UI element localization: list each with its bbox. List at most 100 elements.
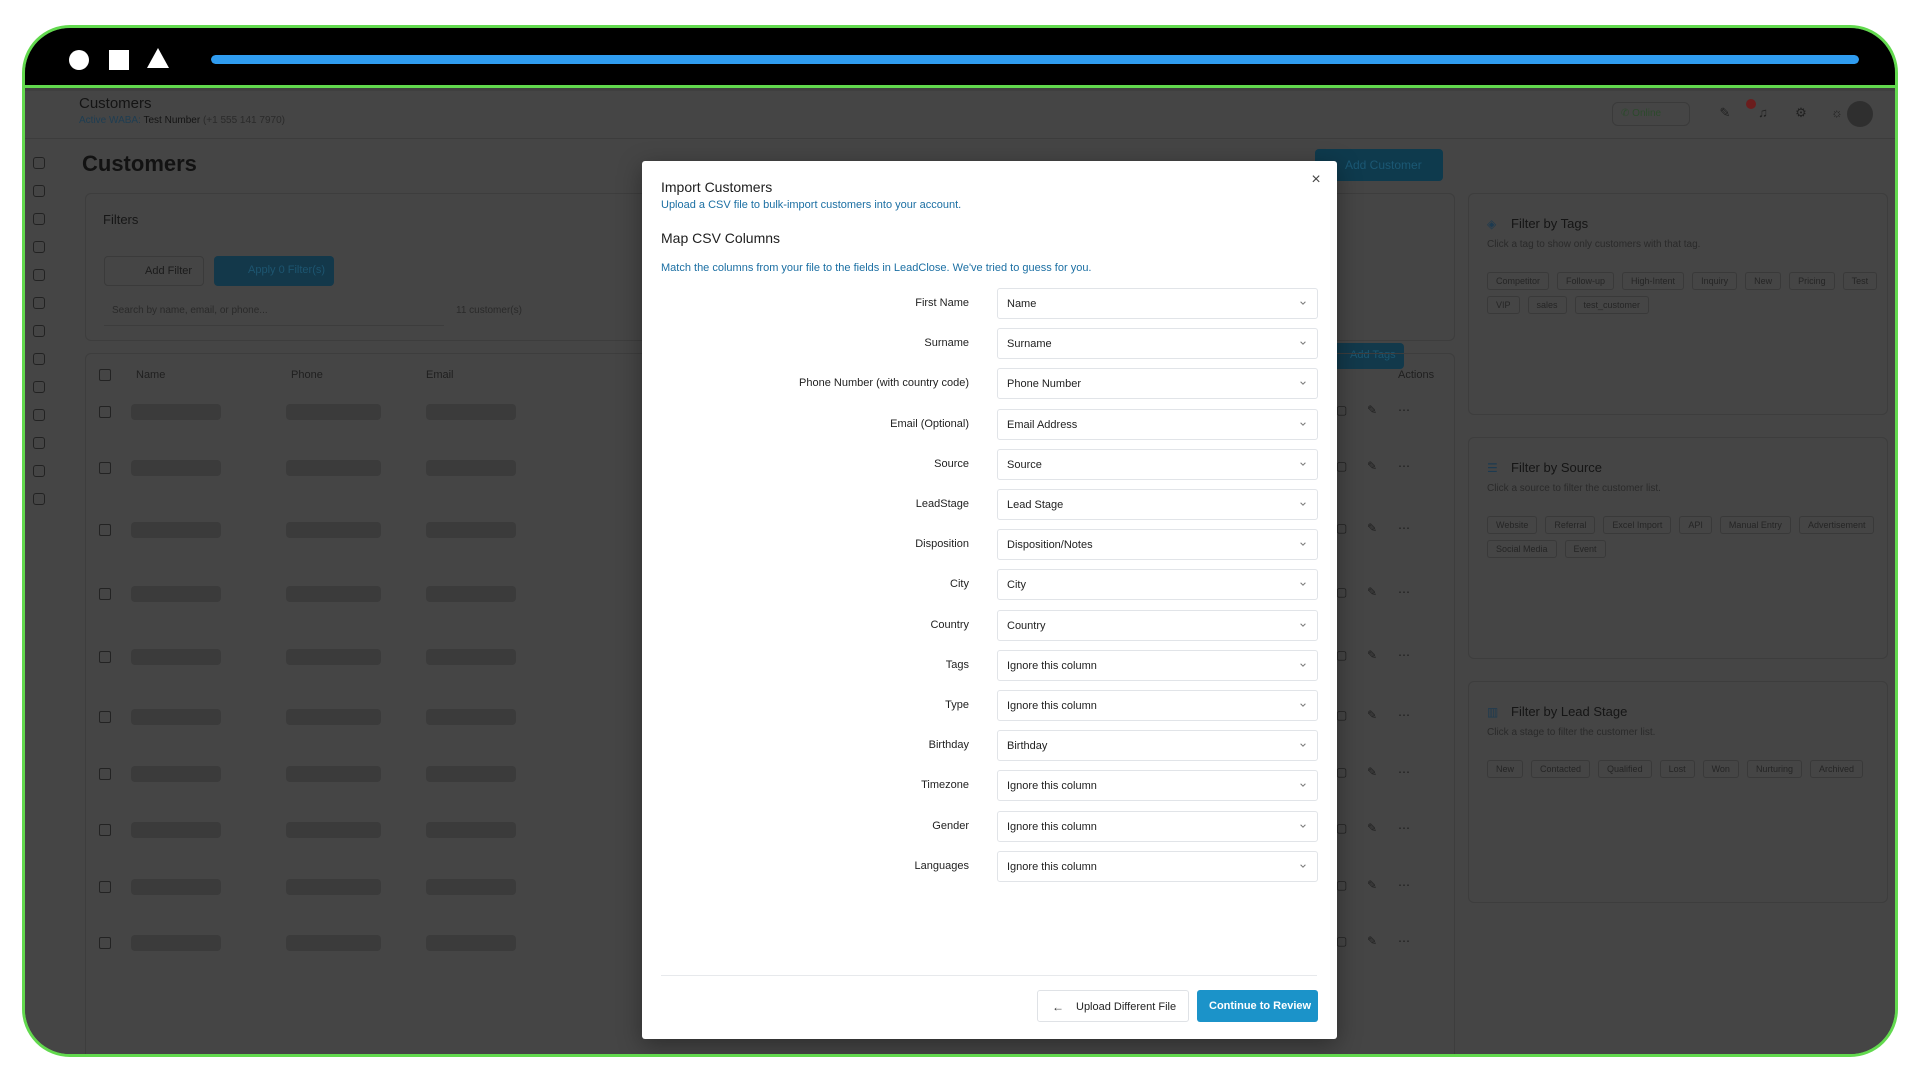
edit-icon[interactable]: ✎ [1367, 459, 1377, 473]
row-checkbox[interactable] [99, 588, 111, 600]
mapping-select[interactable]: Disposition/Notes [997, 529, 1318, 560]
add-filter-button[interactable]: Add Filter [104, 256, 204, 286]
select-all-checkbox[interactable] [99, 369, 111, 381]
edit-icon[interactable]: ✎ [1367, 878, 1377, 892]
sun-icon[interactable]: ☼ [1829, 105, 1845, 121]
source-chip[interactable]: Social Media [1487, 540, 1557, 558]
bolt-icon[interactable] [33, 353, 45, 365]
row-checkbox[interactable] [99, 462, 111, 474]
mapping-select[interactable]: Country [997, 610, 1318, 641]
mapping-select[interactable]: Ignore this column [997, 770, 1318, 801]
more-icon[interactable]: ⋯ [1398, 821, 1410, 835]
stage-chip[interactable]: Contacted [1531, 760, 1591, 778]
tag-chip[interactable]: Inquiry [1692, 272, 1738, 290]
col-header-name[interactable]: Name [136, 369, 165, 381]
message-icon[interactable]: ▢ [1336, 648, 1347, 662]
edit-icon[interactable]: ✎ [1367, 521, 1377, 535]
edit-icon[interactable]: ✎ [1367, 403, 1377, 417]
mapping-select[interactable]: Birthday [997, 730, 1318, 761]
stage-chip[interactable]: Nurturing [1746, 760, 1802, 778]
message-icon[interactable]: ▢ [1336, 878, 1347, 892]
tag-chip[interactable]: Test [1842, 272, 1878, 290]
col-header-email[interactable]: Email [426, 369, 454, 381]
tag-chip[interactable]: VIP [1487, 296, 1520, 314]
message-icon[interactable]: ▢ [1336, 585, 1347, 599]
more-icon[interactable]: ⋯ [1398, 765, 1410, 779]
row-checkbox[interactable] [99, 824, 111, 836]
row-checkbox[interactable] [99, 524, 111, 536]
row-checkbox[interactable] [99, 406, 111, 418]
more-icon[interactable]: ⋯ [1398, 878, 1410, 892]
continue-to-review-button[interactable]: Continue to Review [1197, 990, 1318, 1022]
row-checkbox[interactable] [99, 711, 111, 723]
edit-icon[interactable]: ✎ [1367, 585, 1377, 599]
more-icon[interactable]: ⋯ [1398, 648, 1410, 662]
mapping-select[interactable]: Email Address [997, 409, 1318, 440]
message-icon[interactable]: ▢ [1336, 821, 1347, 835]
row-checkbox[interactable] [99, 768, 111, 780]
source-chip[interactable]: Referral [1545, 516, 1596, 534]
megaphone-icon[interactable] [33, 241, 45, 253]
bell-icon[interactable]: ♫ [1755, 105, 1771, 121]
edit-icon[interactable]: ✎ [1367, 934, 1377, 948]
mapping-select[interactable]: Ignore this column [997, 690, 1318, 721]
tag-chip[interactable]: Pricing [1789, 272, 1835, 290]
tag-chip[interactable]: High-Intent [1622, 272, 1685, 290]
edit-icon[interactable]: ✎ [1367, 821, 1377, 835]
bot-icon[interactable] [33, 381, 45, 393]
source-chip[interactable]: Event [1564, 540, 1606, 558]
mapping-select[interactable]: Ignore this column [997, 811, 1318, 842]
globe-icon[interactable] [33, 465, 45, 477]
col-header-phone[interactable]: Phone [291, 369, 323, 381]
tag-chip[interactable]: sales [1527, 296, 1567, 314]
user-settings-icon[interactable] [33, 493, 45, 505]
settings-icon[interactable]: ⚙ [1793, 105, 1809, 121]
mapping-select[interactable]: Ignore this column [997, 851, 1318, 882]
message-icon[interactable]: ▢ [1336, 521, 1347, 535]
stage-chip[interactable]: Qualified [1598, 760, 1652, 778]
mapping-select[interactable]: City [997, 569, 1318, 600]
tag-chip[interactable]: Competitor [1487, 272, 1550, 290]
message-icon[interactable]: ▢ [1336, 459, 1347, 473]
tag-chip[interactable]: New [1745, 272, 1782, 290]
tag-chip[interactable]: test_customer [1574, 296, 1650, 314]
more-icon[interactable]: ⋯ [1398, 934, 1410, 948]
document-icon[interactable] [33, 269, 45, 281]
row-checkbox[interactable] [99, 937, 111, 949]
message-icon[interactable]: ▢ [1336, 708, 1347, 722]
message-icon[interactable]: ▢ [1336, 934, 1347, 948]
stage-chip[interactable]: Won [1702, 760, 1739, 778]
more-icon[interactable]: ⋯ [1398, 403, 1410, 417]
message-icon[interactable]: ▢ [1336, 403, 1347, 417]
edit-icon[interactable]: ✎ [1367, 648, 1377, 662]
edit-icon[interactable]: ✎ [1367, 708, 1377, 722]
message-icon[interactable]: ▢ [1336, 765, 1347, 779]
integrations-icon[interactable] [33, 409, 45, 421]
mapping-select[interactable]: Surname [997, 328, 1318, 359]
source-chip[interactable]: Website [1487, 516, 1538, 534]
mapping-select[interactable]: Source [997, 449, 1318, 480]
more-icon[interactable]: ⋯ [1398, 708, 1410, 722]
status-selector[interactable]: ✆ Online [1612, 102, 1690, 126]
chat-icon[interactable] [33, 185, 45, 197]
calls-icon[interactable] [33, 297, 45, 309]
row-checkbox[interactable] [99, 881, 111, 893]
stage-chip[interactable]: Archived [1809, 760, 1863, 778]
translate-icon[interactable]: ✎ [1717, 105, 1733, 121]
avatar[interactable] [1847, 101, 1873, 127]
stage-chip[interactable]: New [1487, 760, 1524, 778]
stage-chip[interactable]: Lost [1659, 760, 1695, 778]
dashboard-icon[interactable] [33, 157, 45, 169]
more-icon[interactable]: ⋯ [1398, 521, 1410, 535]
users-icon[interactable] [33, 325, 45, 337]
row-checkbox[interactable] [99, 651, 111, 663]
source-chip[interactable]: Manual Entry [1719, 516, 1791, 534]
source-chip[interactable]: Excel Import [1603, 516, 1672, 534]
source-chip[interactable]: Advertisement [1798, 516, 1875, 534]
phone-icon[interactable] [33, 213, 45, 225]
mapping-select[interactable]: Lead Stage [997, 489, 1318, 520]
search-input[interactable]: Search by name, email, or phone... [104, 296, 444, 326]
more-icon[interactable]: ⋯ [1398, 585, 1410, 599]
upload-different-file-button[interactable]: ← Upload Different File [1037, 990, 1189, 1022]
tag-chip[interactable]: Follow-up [1557, 272, 1615, 290]
